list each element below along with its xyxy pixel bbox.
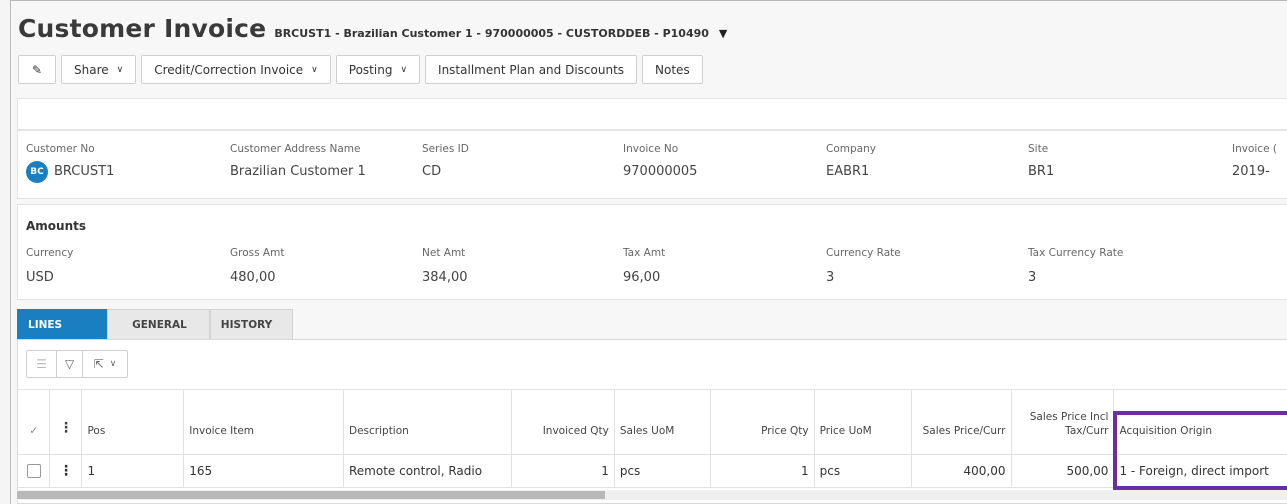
table-row[interactable]: ⋮ 1 165 Remote control, Radio 1 pcs 1 pc… [18, 454, 1287, 488]
record-subtitle: BRCUST1 - Brazilian Customer 1 - 9700000… [274, 27, 709, 40]
cell-description: Remote control, Radio [343, 454, 512, 488]
table-header-row: ✓ ⋮ Pos Invoice Item Description Invoice… [18, 389, 1287, 455]
gross-amt-value: 480,00 [230, 270, 276, 285]
edit-button[interactable]: ✎ [18, 55, 56, 84]
gross-amt-label: Gross Amt [230, 247, 285, 259]
column-header-price-qty[interactable]: Price Qty [709, 389, 815, 455]
column-header-invoiced-qty[interactable]: Invoiced Qty [510, 389, 615, 455]
chevron-down-icon: ∨ [311, 64, 318, 75]
company-value[interactable]: EABR1 [826, 164, 869, 179]
cell-acquisition-origin: 1 - Foreign, direct import [1113, 454, 1287, 488]
credit-correction-invoice-button[interactable]: Credit/Correction Invoice ∨ [141, 55, 331, 84]
amounts-panel: Amounts Currency USD Gross Amt 480,00 Ne… [17, 204, 1287, 300]
scrollbar-thumb[interactable] [17, 491, 605, 499]
tab-general[interactable]: GENERAL [107, 309, 210, 339]
site-value[interactable]: BR1 [1028, 164, 1054, 179]
tab-bar: LINES GENERAL HISTORY [17, 309, 294, 339]
page-header: Customer Invoice BRCUST1 - Brazilian Cus… [18, 14, 727, 43]
invoice-no-label: Invoice No [623, 143, 679, 155]
empty-header-strip [17, 98, 1287, 130]
currency-rate-label: Currency Rate [826, 247, 901, 259]
grid-toolbar: ☰ ▽ ⇱ ∨ [26, 350, 128, 378]
currency-value: USD [26, 270, 54, 285]
invoice-info-panel: Customer No BC BRCUST1 Customer Address … [17, 130, 1287, 199]
checkbox-icon[interactable] [26, 464, 41, 479]
tab-history[interactable]: HISTORY [209, 309, 294, 339]
column-header-sales-uom[interactable]: Sales UoM [613, 389, 711, 455]
series-id-label: Series ID [422, 143, 469, 155]
address-name-label: Customer Address Name [230, 143, 361, 155]
command-toolbar: ✎ Share ∨ Credit/Correction Invoice ∨ Post… [18, 55, 703, 84]
invoice-no-value: 970000005 [623, 164, 698, 179]
horizontal-scrollbar[interactable] [17, 490, 1287, 500]
record-selector-caret-icon[interactable]: ▼ [719, 27, 727, 40]
series-id-value: CD [422, 164, 442, 179]
cell-price-uom: pcs [813, 454, 912, 488]
select-all-check-icon[interactable]: ✓ [18, 389, 50, 455]
amounts-title: Amounts [26, 219, 86, 233]
column-header-description[interactable]: Description [343, 389, 512, 455]
column-header-sales-price-curr[interactable]: Sales Price/Curr [910, 389, 1011, 455]
invoice-date-label: Invoice ( [1232, 143, 1277, 155]
installment-plan-button[interactable]: Installment Plan and Discounts [425, 55, 638, 84]
column-header-acquisition-origin[interactable]: Acquisition Origin [1113, 389, 1287, 455]
page-title: Customer Invoice [18, 14, 267, 43]
export-icon[interactable]: ⇱ ∨ [83, 351, 127, 377]
chevron-down-icon: ∨ [116, 64, 124, 75]
chevron-down-icon: ∨ [400, 64, 408, 75]
currency-rate-value: 3 [826, 270, 835, 285]
column-header-sales-price-incl-tax[interactable]: Sales Price Incl Tax/Curr [1010, 389, 1114, 455]
filter-icon[interactable]: ▽ [57, 351, 83, 377]
column-menu-icon[interactable]: ⋮ [49, 389, 82, 455]
tax-amt-label: Tax Amt [623, 247, 666, 259]
net-amt-label: Net Amt [422, 247, 466, 259]
cell-invoiced-qty: 1 [510, 454, 615, 488]
column-header-pos[interactable]: Pos [81, 389, 184, 455]
tax-currency-rate-label: Tax Currency Rate [1028, 247, 1124, 259]
company-label: Company [826, 143, 876, 155]
column-header-invoice-item[interactable]: Invoice Item [183, 389, 344, 455]
lines-table: ✓ ⋮ Pos Invoice Item Description Invoice… [18, 389, 1287, 488]
net-amt-value: 384,00 [422, 270, 468, 285]
cell-invoice-item: 165 [183, 454, 344, 488]
row-select-checkbox[interactable] [18, 454, 50, 488]
list-icon[interactable]: ☰ [27, 351, 57, 377]
currency-label: Currency [26, 247, 74, 259]
column-header-price-uom[interactable]: Price UoM [813, 389, 912, 455]
row-menu-icon[interactable]: ⋮ [49, 454, 82, 488]
customer-no-value[interactable]: BRCUST1 [54, 164, 114, 179]
site-label: Site [1028, 143, 1049, 155]
customer-no-label: Customer No [26, 143, 95, 155]
tax-amt-value: 96,00 [623, 270, 661, 285]
pencil-icon: ✎ [31, 62, 43, 77]
avatar: BC [26, 161, 48, 183]
chevron-down-icon: ∨ [109, 359, 117, 369]
cell-sales-price-curr: 400,00 [910, 454, 1011, 488]
notes-button[interactable]: Notes [642, 55, 703, 84]
cell-sales-price-incl-tax: 500,00 [1010, 454, 1114, 488]
cell-price-qty: 1 [709, 454, 815, 488]
cell-pos: 1 [81, 454, 184, 488]
posting-button[interactable]: Posting ∨ [335, 55, 421, 84]
tax-currency-rate-value: 3 [1028, 270, 1037, 285]
share-button[interactable]: Share ∨ [61, 55, 137, 84]
lines-grid: ☰ ▽ ⇱ ∨ ✓ ⋮ Pos Invoice Item Description… [17, 339, 1287, 504]
invoice-date-value: 2019- [1232, 164, 1270, 179]
cell-sales-uom: pcs [613, 454, 711, 488]
address-name-value: Brazilian Customer 1 [230, 164, 366, 179]
tab-lines[interactable]: LINES [17, 309, 108, 339]
